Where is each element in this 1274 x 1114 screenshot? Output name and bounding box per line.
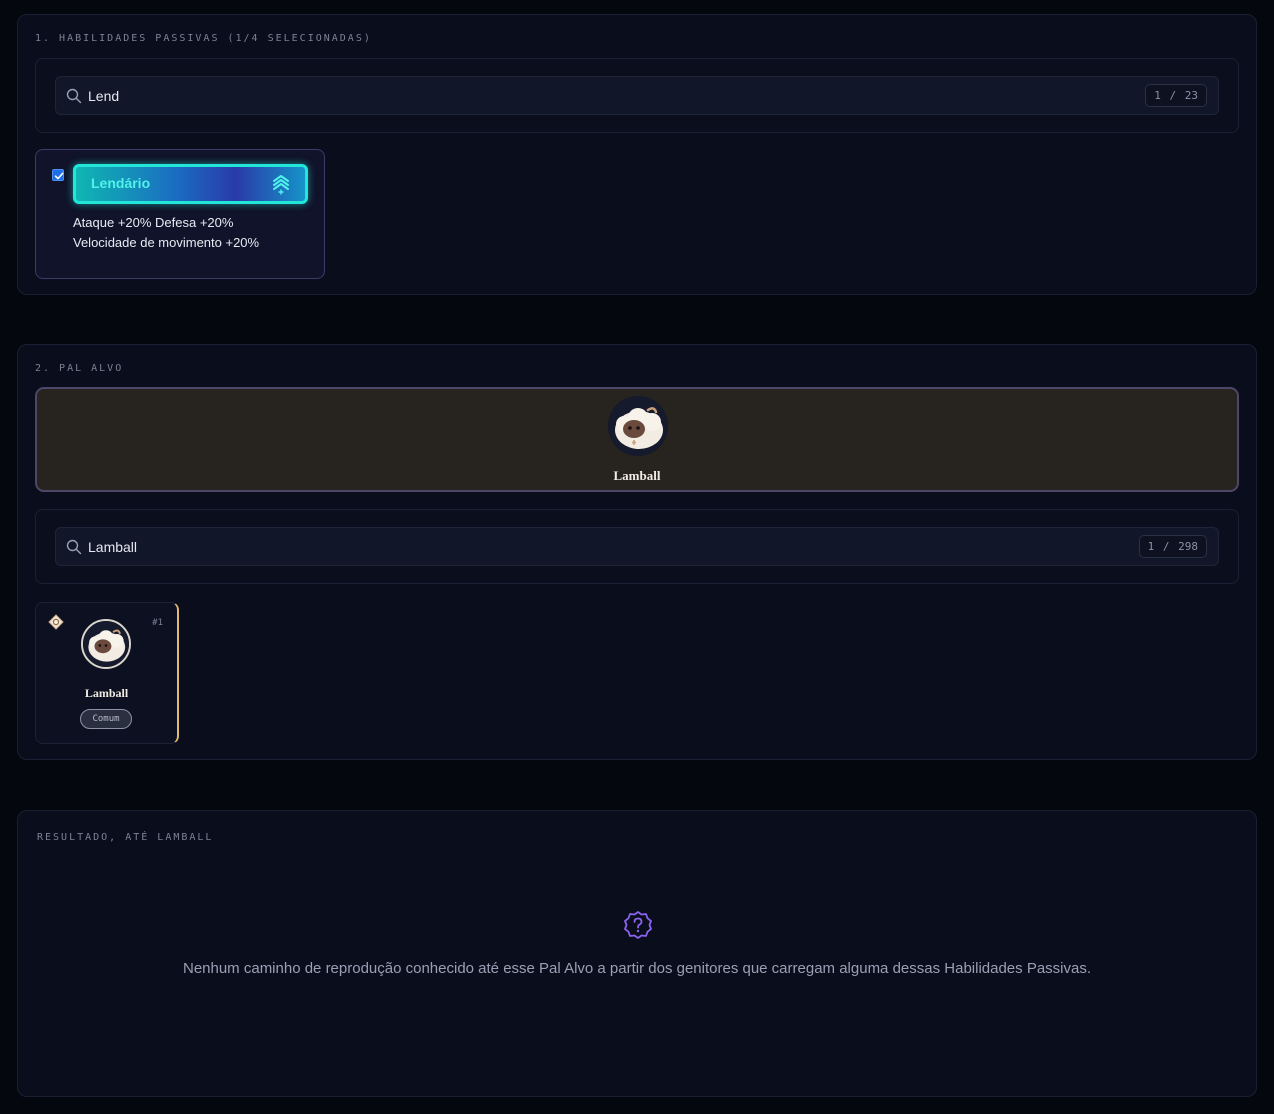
search-icon: [66, 88, 82, 104]
passive-description: Ataque +20% Defesa +20% Velocidade de mo…: [73, 213, 313, 253]
passive-desc-line: Velocidade de movimento +20%: [73, 235, 260, 250]
passive-skills-title: 1. HABILIDADES PASSIVAS (1/4 SELECIONADA…: [35, 33, 372, 44]
check-icon: [54, 172, 64, 180]
result-title: RESULTADO, ATÉ LAMBALL: [37, 832, 214, 843]
neutral-element-icon: [48, 614, 64, 630]
passive-search-input[interactable]: [88, 83, 1088, 109]
lamball-icon: [608, 396, 668, 456]
passive-card-legendary[interactable]: Lendário Ataque +20% Defesa +20% Velocid…: [35, 149, 325, 279]
passive-name: Lendário: [91, 175, 151, 191]
passive-search-container: 1 / 23: [35, 58, 1239, 133]
legendary-badge: Lendário: [73, 164, 308, 204]
pal-search-input[interactable]: [88, 534, 1088, 560]
passive-search-box[interactable]: 1 / 23: [55, 76, 1219, 115]
selected-target-name: Lamball: [613, 468, 661, 483]
passive-result-counter: 1 / 23: [1145, 84, 1207, 107]
pal-card-lamball[interactable]: #1 Lamball Comum: [35, 602, 179, 744]
pal-search-container: 1 / 298: [35, 509, 1239, 584]
pal-result-counter: 1 / 298: [1138, 535, 1207, 558]
passive-desc-line: Ataque +20% Defesa +20%: [73, 215, 234, 230]
selected-target-pal[interactable]: Lamball: [35, 387, 1239, 492]
pal-search-box[interactable]: 1 / 298: [55, 527, 1219, 566]
search-icon: [66, 539, 82, 555]
result-panel: RESULTADO, ATÉ LAMBALL Nenhum caminho de…: [17, 810, 1257, 1097]
passive-checkbox[interactable]: [52, 169, 64, 181]
pal-number: #1: [152, 618, 163, 628]
lamball-avatar: [608, 396, 668, 456]
pal-name: Lamball: [84, 686, 129, 700]
no-path-message: Nenhum caminho de reprodução conhecido a…: [182, 960, 1092, 977]
lamball-icon: [83, 621, 129, 667]
lamball-avatar: [81, 619, 131, 669]
target-pal-panel: 2. PAL ALVO Lamball 1: [17, 344, 1257, 760]
rank-up-icon: [273, 175, 289, 195]
rarity-badge: Comum: [80, 709, 132, 729]
passive-skills-panel: 1. HABILIDADES PASSIVAS (1/4 SELECIONADA…: [17, 14, 1257, 295]
question-badge-icon: [624, 911, 652, 939]
target-pal-title: 2. PAL ALVO: [35, 363, 124, 374]
